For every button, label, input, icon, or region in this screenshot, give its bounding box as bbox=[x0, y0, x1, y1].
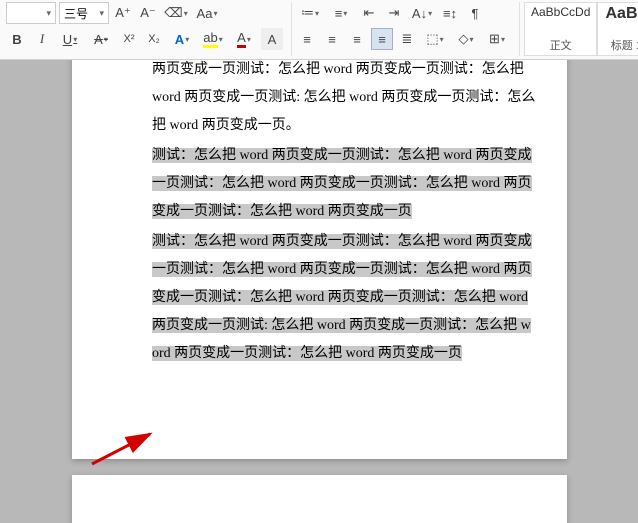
document-workspace[interactable]: 两页变成一页测试：怎么把 word 两页变成一页测试：怎么把 word 两页变成… bbox=[0, 60, 638, 523]
chevron-down-icon: ▾ bbox=[46, 8, 51, 19]
line-spacing-button[interactable]: ≡↕ bbox=[439, 2, 461, 24]
align-right-button[interactable]: ≡ bbox=[346, 28, 368, 50]
align-center-button[interactable]: ≡ bbox=[321, 28, 343, 50]
highlight-button[interactable]: ab▾ bbox=[199, 28, 227, 50]
font-section: ▾ 三号 ▾ A⁺ A⁻ ⌫▾ Aa▾ B I U▾ A▾ X² X₂ A▾ a… bbox=[6, 2, 292, 56]
decrease-indent-button[interactable]: ⇤ bbox=[358, 2, 380, 24]
styles-section: AaBbCcDd 正文 AaBb 标题 1 Aa 标 bbox=[524, 2, 638, 56]
style-heading1[interactable]: AaBb 标题 1 bbox=[597, 2, 638, 56]
underline-button[interactable]: U▾ bbox=[56, 28, 84, 50]
document-page-1[interactable]: 两页变成一页测试：怎么把 word 两页变成一页测试：怎么把 word 两页变成… bbox=[72, 60, 567, 459]
document-page-2[interactable] bbox=[72, 475, 567, 523]
font-size-value: 三号 bbox=[64, 5, 88, 22]
paragraph[interactable]: 测试：怎么把 word 两页变成一页测试：怎么把 word 两页变成一页测试：怎… bbox=[152, 142, 537, 226]
distribute-button[interactable]: ≣ bbox=[396, 28, 418, 50]
font-family-selector[interactable]: ▾ bbox=[6, 2, 56, 24]
paragraph-section: ≔▾ ≡▾ ⇤ ⇥ A↓▾ ≡↕ ¶ ≡ ≡ ≡ ≡ ≣ ⬚▾ ◇▾ ⊞▾ bbox=[296, 2, 520, 56]
style-preview: AaBbCcDd bbox=[531, 5, 590, 19]
style-label: 正文 bbox=[550, 37, 572, 53]
text-effects-button[interactable]: A▾ bbox=[168, 28, 196, 50]
font-size-selector[interactable]: 三号 ▾ bbox=[59, 2, 109, 24]
style-preview: AaBb bbox=[605, 5, 638, 23]
change-case-button[interactable]: Aa▾ bbox=[193, 2, 221, 24]
style-normal[interactable]: AaBbCcDd 正文 bbox=[524, 2, 597, 56]
shrink-font-button[interactable]: A⁻ bbox=[137, 2, 159, 24]
font-color-button[interactable]: A▾ bbox=[230, 28, 258, 50]
fill-shading-button[interactable]: ◇▾ bbox=[452, 28, 480, 50]
italic-button[interactable]: I bbox=[31, 28, 53, 50]
align-left-button[interactable]: ≡ bbox=[296, 28, 318, 50]
paragraph[interactable]: 测试：怎么把 word 两页变成一页测试：怎么把 word 两页变成一页测试：怎… bbox=[152, 228, 537, 368]
numbering-button[interactable]: ≡▾ bbox=[327, 2, 355, 24]
style-label: 标题 1 bbox=[611, 37, 638, 53]
grow-font-button[interactable]: A⁺ bbox=[112, 2, 134, 24]
superscript-button[interactable]: X² bbox=[118, 28, 140, 50]
strike-button[interactable]: A▾ bbox=[87, 28, 115, 50]
kerning-button[interactable]: ⬚▾ bbox=[421, 28, 449, 50]
subscript-button[interactable]: X₂ bbox=[143, 28, 165, 50]
paragraph[interactable]: 两页变成一页测试：怎么把 word 两页变成一页测试：怎么把 word 两页变成… bbox=[152, 60, 537, 140]
bold-button[interactable]: B bbox=[6, 28, 28, 50]
borders-button[interactable]: ⊞▾ bbox=[483, 28, 511, 50]
bullets-button[interactable]: ≔▾ bbox=[296, 2, 324, 24]
char-shading-button[interactable]: A bbox=[261, 28, 283, 50]
increase-indent-button[interactable]: ⇥ bbox=[383, 2, 405, 24]
chevron-down-icon: ▾ bbox=[99, 8, 104, 19]
sort-button[interactable]: A↓▾ bbox=[408, 2, 436, 24]
show-marks-button[interactable]: ¶ bbox=[464, 2, 486, 24]
selected-text[interactable]: 测试：怎么把 word 两页变成一页测试：怎么把 word 两页变成一页测试：怎… bbox=[152, 148, 532, 219]
selected-text[interactable]: 测试：怎么把 word 两页变成一页测试：怎么把 word 两页变成一页测试：怎… bbox=[152, 234, 532, 361]
clear-format-button[interactable]: ⌫▾ bbox=[162, 2, 190, 24]
align-justify-button[interactable]: ≡ bbox=[371, 28, 393, 50]
ribbon-toolbar: ▾ 三号 ▾ A⁺ A⁻ ⌫▾ Aa▾ B I U▾ A▾ X² X₂ A▾ a… bbox=[0, 0, 638, 60]
